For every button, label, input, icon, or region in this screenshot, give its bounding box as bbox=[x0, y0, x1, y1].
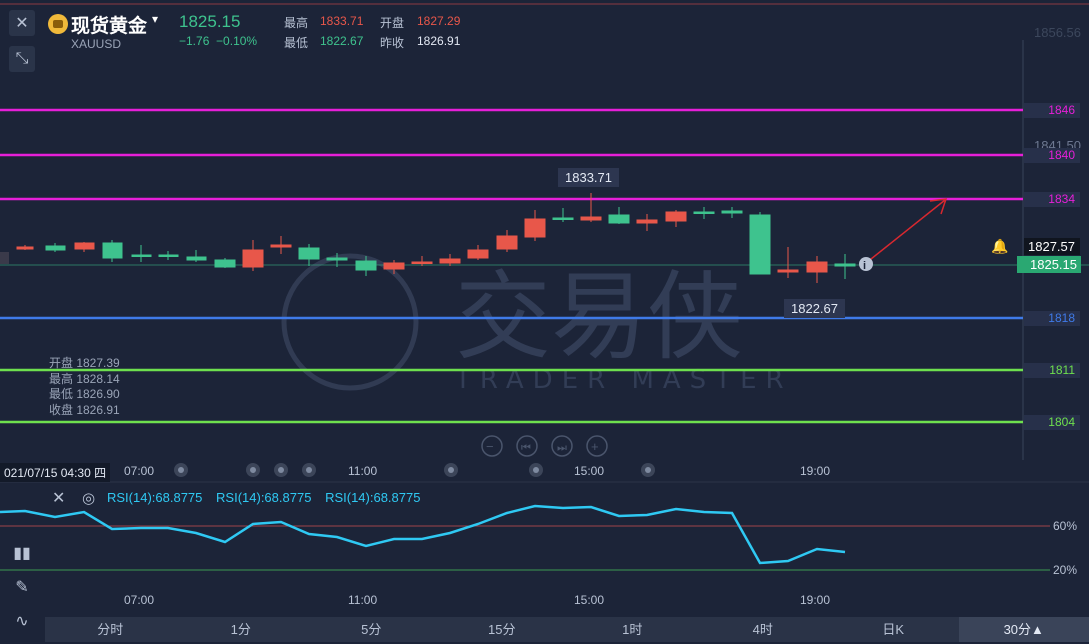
level-tag-1846[interactable]: 1846 bbox=[1024, 103, 1080, 118]
axis-top-label: 1856.56 bbox=[1034, 25, 1081, 40]
tab-30min[interactable]: 30分▲ bbox=[958, 617, 1089, 642]
candle bbox=[552, 208, 574, 222]
candle bbox=[102, 240, 123, 262]
level-tag-1804[interactable]: 1804 bbox=[1024, 415, 1080, 430]
rsi-label: RSI(14):68.8775 bbox=[325, 490, 421, 505]
rsi-time-tick: 07:00 bbox=[124, 593, 155, 607]
svg-text:i: i bbox=[863, 260, 866, 272]
rsi-line bbox=[0, 504, 846, 565]
time-tick: 07:00 bbox=[124, 464, 155, 478]
candle bbox=[186, 250, 207, 262]
rsi-level-20: 20% bbox=[1053, 563, 1078, 577]
level-tag-1840[interactable]: 1840 bbox=[1024, 148, 1080, 163]
last-price-tag: 1827.57 bbox=[1024, 238, 1080, 255]
level-tag-1818[interactable]: 1818 bbox=[1024, 311, 1080, 326]
candle bbox=[496, 230, 518, 252]
low-callout: 1822.67 bbox=[784, 299, 845, 318]
candle bbox=[636, 214, 658, 231]
svg-text:−: − bbox=[486, 439, 494, 454]
trend-arrow[interactable]: i bbox=[859, 198, 948, 272]
level-tag-1811[interactable]: 1811 bbox=[1024, 363, 1080, 378]
svg-text:⏮: ⏮ bbox=[521, 442, 531, 454]
cursor-ohlc-overlay: 开盘 1827.39 最高 1828.14 最低 1826.90 收盘 1826… bbox=[49, 356, 120, 418]
current-price-tag: 1825.15 bbox=[1017, 256, 1081, 273]
candle bbox=[45, 243, 66, 252]
candle bbox=[693, 207, 715, 219]
time-tick: 11:00 bbox=[348, 464, 378, 478]
candle bbox=[467, 245, 489, 260]
tab-daily[interactable]: 日K bbox=[828, 617, 959, 642]
rsi-time-tick: 19:00 bbox=[800, 593, 831, 607]
candle bbox=[524, 210, 546, 241]
time-tick: 19:00 bbox=[800, 464, 831, 478]
time-tick: 15:00 bbox=[574, 464, 605, 478]
chart-nav-controls[interactable]: − ⏮ ⏭ + bbox=[481, 435, 608, 457]
alert-bell-icon[interactable]: 🔔 bbox=[991, 238, 1009, 256]
overlay-open: 开盘 1827.39 bbox=[49, 356, 120, 370]
candle bbox=[16, 245, 34, 250]
price-chart[interactable]: 交易侠 TRADER MASTER i − ⏮ ⏭ + bbox=[0, 0, 1089, 644]
overlay-high: 最高 1828.14 bbox=[49, 371, 120, 386]
candle bbox=[158, 251, 179, 260]
candle bbox=[721, 207, 743, 218]
watermark-logo bbox=[281, 253, 419, 391]
high-callout: 1833.71 bbox=[558, 168, 619, 187]
rsi-legend: RSI(14):68.8775 RSI(14):68.8775 RSI(14):… bbox=[107, 490, 430, 505]
rsi-label: RSI(14):68.8775 bbox=[107, 490, 203, 505]
tab-5min[interactable]: 5分 bbox=[306, 617, 437, 642]
period-tabs: 分时 1分 5分 15分 1时 4时 日K 30分▲ bbox=[45, 617, 1089, 642]
candle bbox=[834, 254, 856, 279]
candle bbox=[608, 207, 630, 224]
overlay-low: 最低 1826.90 bbox=[49, 387, 120, 401]
candle bbox=[74, 242, 95, 252]
tab-15min[interactable]: 15分 bbox=[437, 617, 568, 642]
candle bbox=[214, 258, 236, 268]
candle bbox=[580, 193, 602, 222]
candle bbox=[749, 212, 771, 275]
rsi-label: RSI(14):68.8775 bbox=[216, 490, 312, 505]
candle bbox=[242, 240, 264, 271]
level-tag-1834[interactable]: 1834 bbox=[1024, 192, 1080, 207]
tab-1hour[interactable]: 1时 bbox=[567, 617, 698, 642]
overlay-close: 收盘 1826.91 bbox=[49, 402, 120, 417]
tab-4hour[interactable]: 4时 bbox=[698, 617, 829, 642]
candle bbox=[411, 256, 433, 266]
tab-1min[interactable]: 1分 bbox=[176, 617, 307, 642]
rsi-level-60: 60% bbox=[1053, 519, 1078, 533]
candle bbox=[777, 247, 799, 278]
rsi-time-tick: 15:00 bbox=[574, 593, 605, 607]
candle bbox=[131, 245, 152, 262]
rsi-close-icon[interactable]: ✕ bbox=[52, 488, 65, 508]
candle bbox=[665, 210, 687, 227]
svg-text:⏭: ⏭ bbox=[557, 442, 567, 454]
candle bbox=[806, 256, 828, 283]
candle bbox=[270, 236, 292, 254]
tab-timeshare[interactable]: 分时 bbox=[45, 617, 176, 642]
cursor-date-tag: 021/07/15 04:30 四 bbox=[0, 463, 111, 482]
rsi-settings-icon[interactable]: ◎ bbox=[82, 489, 95, 507]
candle bbox=[383, 260, 405, 274]
rsi-time-tick: 11:00 bbox=[348, 593, 378, 607]
svg-text:+: + bbox=[591, 439, 599, 454]
